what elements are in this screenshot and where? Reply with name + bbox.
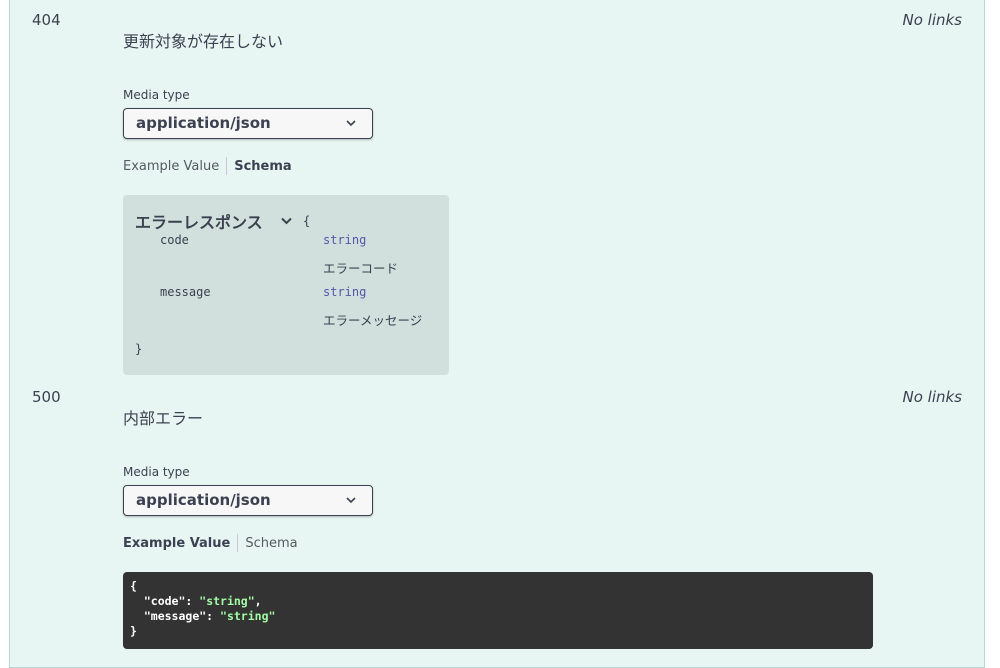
media-type-value: application/json [136,491,271,509]
example-schema-tabs: Example Value Schema [123,157,292,175]
json-string-value: "string" [220,609,276,623]
tab-divider [226,157,228,175]
model-name[interactable]: エラーレスポンス [135,209,263,233]
property-name: code [160,233,189,247]
response-links: No links [902,11,962,29]
chevron-down-icon [346,497,356,504]
property-description: エラーコード [323,261,399,276]
response-description: 内部エラー [123,409,204,428]
response-code: 404 [32,11,61,29]
response-code: 500 [32,388,61,406]
tab-schema[interactable]: Schema [245,536,297,551]
json-close-brace: } [130,624,137,638]
media-type-select[interactable]: application/json [123,108,373,139]
media-type-value: application/json [136,114,271,132]
model-open-bracket: { [303,214,311,228]
tab-schema[interactable]: Schema [234,159,291,174]
tab-example-value[interactable]: Example Value [123,159,219,174]
json-key: "message" [143,609,207,623]
model-close-bracket: } [135,342,143,356]
example-value-code[interactable]: { "code": "string", "message": "string" … [123,572,873,649]
property-name: message [160,285,211,299]
schema-model-box: エラーレスポンス { code string エラーコード message st… [123,195,449,375]
chevron-down-icon[interactable] [281,217,292,225]
json-open-brace: { [130,579,137,593]
property-type: string [323,285,367,299]
response-links: No links [902,388,962,406]
chevron-down-icon [346,120,356,127]
tab-divider [237,534,239,552]
media-type-label: Media type [123,465,190,479]
responses-panel: 404 No links 更新対象が存在しない Media type appli… [9,0,985,668]
property-type: string [323,233,367,247]
json-key: "code" [143,594,186,608]
json-string-value: "string" [199,594,255,608]
response-description: 更新対象が存在しない [123,32,284,51]
media-type-select[interactable]: application/json [123,485,373,516]
example-schema-tabs: Example Value Schema [123,534,298,552]
tab-example-value[interactable]: Example Value [123,536,230,551]
property-description: エラーメッセージ [323,313,423,328]
media-type-label: Media type [123,88,190,102]
